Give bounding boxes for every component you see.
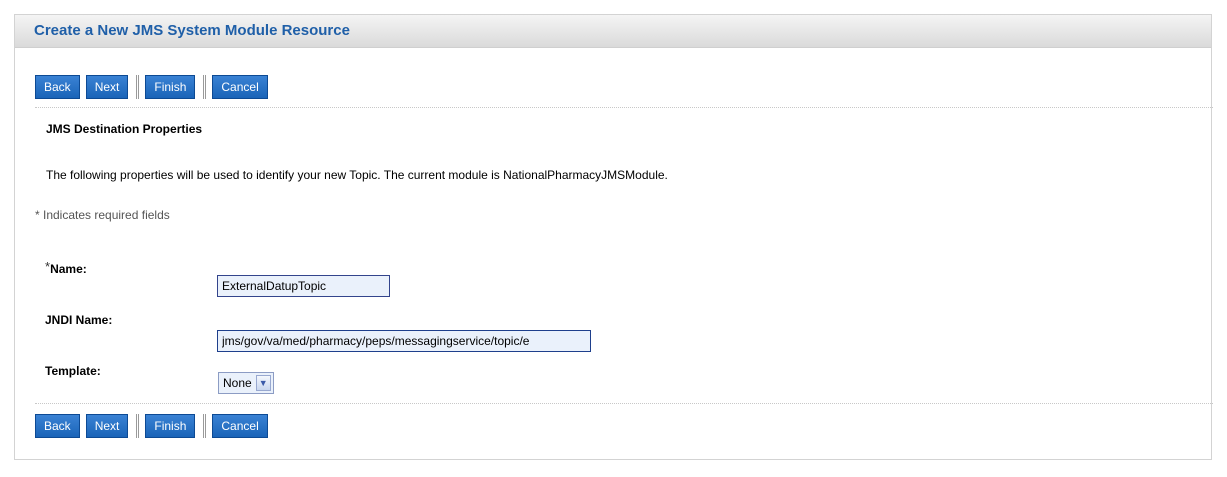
template-label: Template: <box>45 364 101 378</box>
button-separator <box>136 75 140 99</box>
name-input[interactable] <box>217 275 390 297</box>
jms-resource-panel: Create a New JMS System Module Resource … <box>14 14 1213 460</box>
chevron-down-icon[interactable]: ▼ <box>255 375 271 391</box>
finish-button[interactable]: Finish <box>145 75 196 99</box>
template-select[interactable]: None ▼ <box>218 372 274 394</box>
section-title: JMS Destination Properties <box>46 122 203 136</box>
cancel-button[interactable]: Cancel <box>212 75 268 99</box>
divider <box>35 403 1213 404</box>
template-selected-value: None <box>223 376 252 390</box>
back-button[interactable]: Back <box>35 75 80 99</box>
cancel-button[interactable]: Cancel <box>212 414 268 438</box>
section-description: The following properties will be used to… <box>46 168 668 182</box>
button-separator <box>136 414 140 438</box>
back-button[interactable]: Back <box>35 414 80 438</box>
jndi-name-input[interactable] <box>217 330 591 352</box>
jndi-name-label: JNDI Name: <box>45 313 113 327</box>
required-fields-note: * Indicates required fields <box>35 208 170 222</box>
next-button[interactable]: Next <box>85 414 129 438</box>
button-separator <box>203 75 207 99</box>
finish-button[interactable]: Finish <box>145 414 196 438</box>
bottom-button-bar: Back Next Finish Cancel <box>35 411 274 441</box>
top-button-bar: Back Next Finish Cancel <box>35 72 274 102</box>
panel-title: Create a New JMS System Module Resource <box>15 15 1211 48</box>
name-label: *Name: <box>45 259 87 276</box>
name-label-text: Name: <box>50 262 87 276</box>
button-separator <box>203 414 207 438</box>
required-marker: * <box>45 259 51 274</box>
next-button[interactable]: Next <box>85 75 129 99</box>
divider <box>35 107 1213 108</box>
